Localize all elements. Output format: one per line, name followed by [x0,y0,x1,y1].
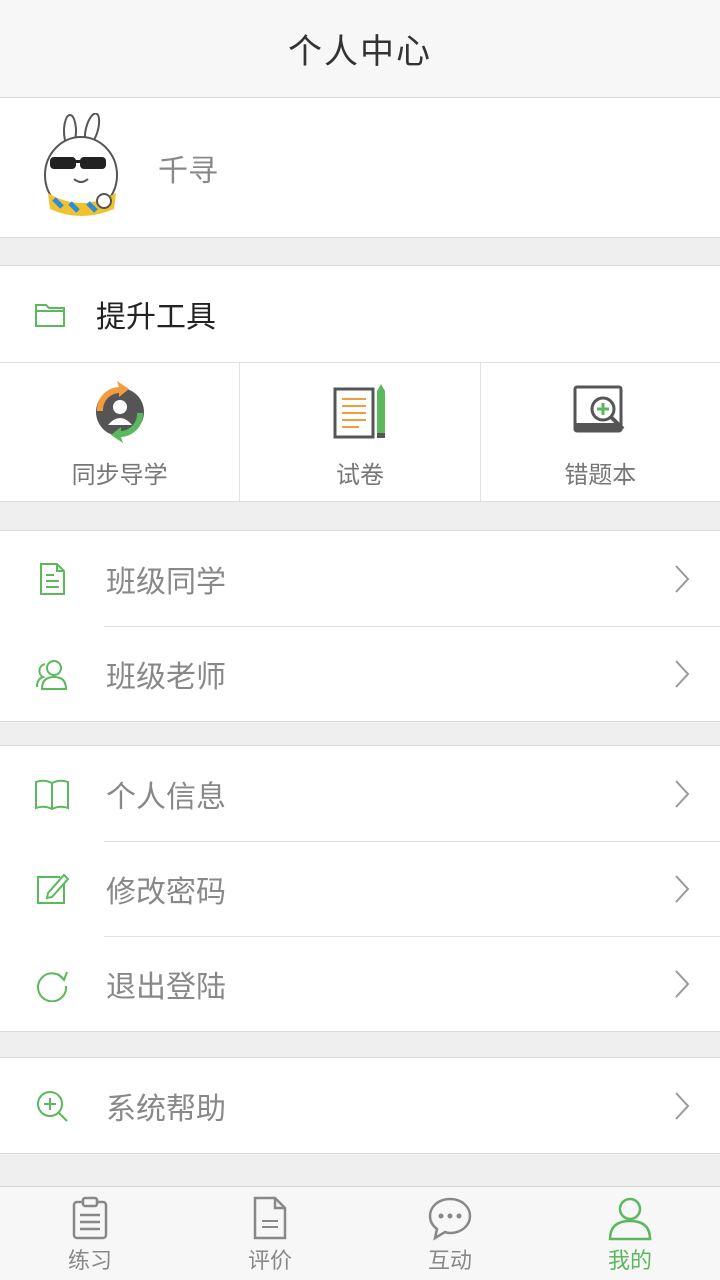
row-change-password[interactable]: 修改密码 [0,841,720,936]
tools-header: 提升工具 [0,266,720,363]
tool-label: 试卷 [335,461,384,489]
row-label: 个人信息 [106,779,226,815]
chevron-right-icon [675,1091,690,1120]
tools-card: 提升工具 同步导学 试卷 错题本 [0,265,720,502]
tab-practice[interactable]: 练习 [0,1187,180,1280]
sync-guide-icon [95,381,144,443]
tool-sync-guide[interactable]: 同步导学 [0,363,241,501]
zoom-in-icon [37,1090,68,1122]
row-classmates[interactable]: 班级同学 [0,531,720,626]
row-label: 修改密码 [106,874,226,910]
row-logout[interactable]: 退出登陆 [0,936,720,1031]
users-icon [36,659,68,690]
page-title: 个人中心 [288,32,432,72]
bottom-tab-bar: 练习 评价 互动 我的 [0,1186,720,1280]
class-group: 班级同学 班级老师 [0,530,720,722]
edit-icon [37,873,70,904]
tab-label: 互动 [427,1249,472,1274]
account-group: 个人信息 修改密码 退出登陆 [0,745,720,1032]
book-icon [35,779,69,810]
tab-interaction[interactable]: 互动 [360,1187,540,1280]
help-group: 系统帮助 [0,1057,720,1154]
username: 千寻 [158,153,218,189]
chevron-right-icon [675,659,690,688]
folder-icon [35,304,65,327]
tab-label: 我的 [607,1249,652,1274]
mistake-book-icon [573,385,625,433]
row-label: 系统帮助 [106,1091,226,1127]
document-icon [40,562,65,595]
tab-mine[interactable]: 我的 [540,1187,720,1280]
top-bar: 个人中心 [0,0,720,98]
avatar [44,112,118,216]
row-label: 退出登陆 [106,969,226,1005]
tab-evaluation[interactable]: 评价 [180,1187,360,1280]
tab-label: 评价 [247,1249,292,1274]
tool-exam-paper[interactable]: 试卷 [240,363,481,501]
document-icon [253,1196,287,1240]
exam-paper-icon [333,384,385,439]
tool-label: 错题本 [564,461,637,489]
row-label: 班级同学 [106,564,226,600]
row-label: 班级老师 [106,659,226,695]
row-system-help[interactable]: 系统帮助 [0,1058,720,1153]
chat-bubble-icon [428,1197,472,1241]
tools-title: 提升工具 [96,300,216,335]
tool-label: 同步导学 [71,461,168,489]
refresh-icon [37,971,68,1002]
chevron-right-icon [675,874,690,903]
row-personal-info[interactable]: 个人信息 [0,746,720,841]
chevron-right-icon [675,564,690,593]
tab-label: 练习 [67,1249,112,1274]
clipboard-icon [72,1196,108,1240]
profile-card[interactable]: 千寻 [0,98,720,238]
chevron-right-icon [675,779,690,808]
tool-mistake-book[interactable]: 错题本 [481,363,720,501]
user-icon [608,1197,652,1241]
row-teachers[interactable]: 班级老师 [0,626,720,721]
chevron-right-icon [675,969,690,998]
